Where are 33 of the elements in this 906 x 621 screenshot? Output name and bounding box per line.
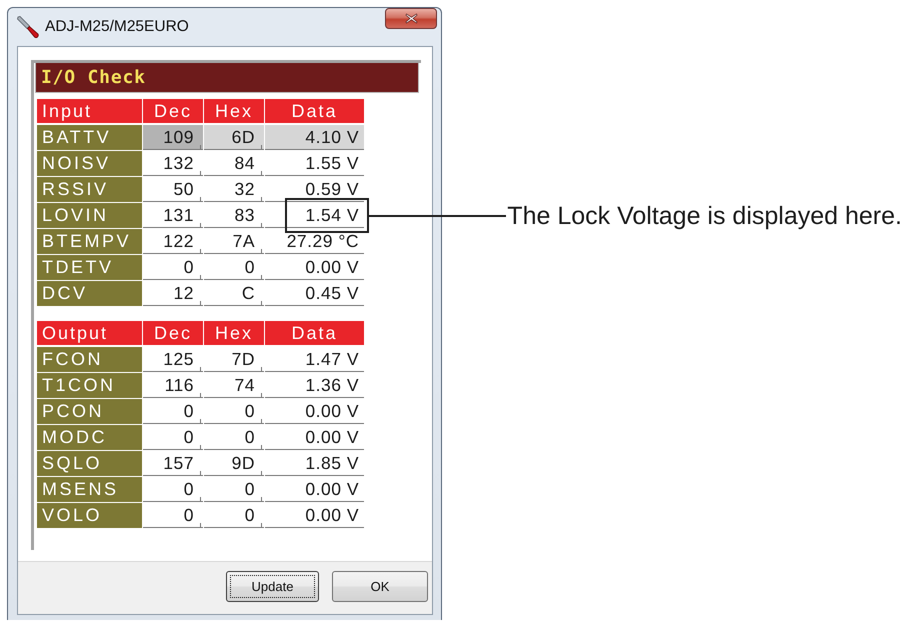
- signal-name-cell: RSSIV: [37, 177, 142, 202]
- screwdriver-icon: [17, 16, 39, 38]
- column-header: Hex: [204, 99, 264, 123]
- column-header: Output: [37, 321, 142, 345]
- column-header: Dec: [143, 99, 203, 123]
- dialog-button[interactable]: OK: [332, 571, 428, 602]
- panel-title-bar: I/O Check: [35, 63, 419, 93]
- signal-name-cell: BATTV: [37, 125, 142, 150]
- signal-name-cell: MODC: [37, 425, 142, 450]
- signal-name-cell: TDETV: [37, 255, 142, 280]
- column-header: Data: [265, 99, 364, 123]
- column-header: Input: [37, 99, 142, 123]
- signal-name-cell: NOISV: [37, 151, 142, 176]
- signal-name-cell: FCON: [37, 347, 142, 372]
- column-header: Dec: [143, 321, 203, 345]
- signal-name-cell: PCON: [37, 399, 142, 424]
- signal-name-cell: LOVIN: [37, 203, 142, 228]
- signal-name-cell: VOLO: [37, 503, 142, 528]
- signal-name-cell: BTEMPV: [37, 229, 142, 254]
- column-header: Hex: [204, 321, 264, 345]
- close-button[interactable]: [385, 8, 437, 29]
- signal-name-cell: T1CON: [37, 373, 142, 398]
- window-title: ADJ-M25/M25EURO: [45, 17, 189, 38]
- close-icon: [404, 13, 418, 24]
- signal-name-cell: MSENS: [37, 477, 142, 502]
- dec-value-cell: 109: [143, 125, 203, 150]
- hex-value-cell: 6D: [204, 125, 264, 150]
- data-value-cell: 4.10 V: [265, 125, 364, 150]
- signal-name-cell: SQLO: [37, 451, 142, 476]
- signal-name-cell: DCV: [37, 281, 142, 306]
- callout-text: The Lock Voltage is displayed here.: [507, 200, 902, 230]
- dialog-button[interactable]: Update: [226, 571, 319, 602]
- column-header: Data: [265, 321, 364, 345]
